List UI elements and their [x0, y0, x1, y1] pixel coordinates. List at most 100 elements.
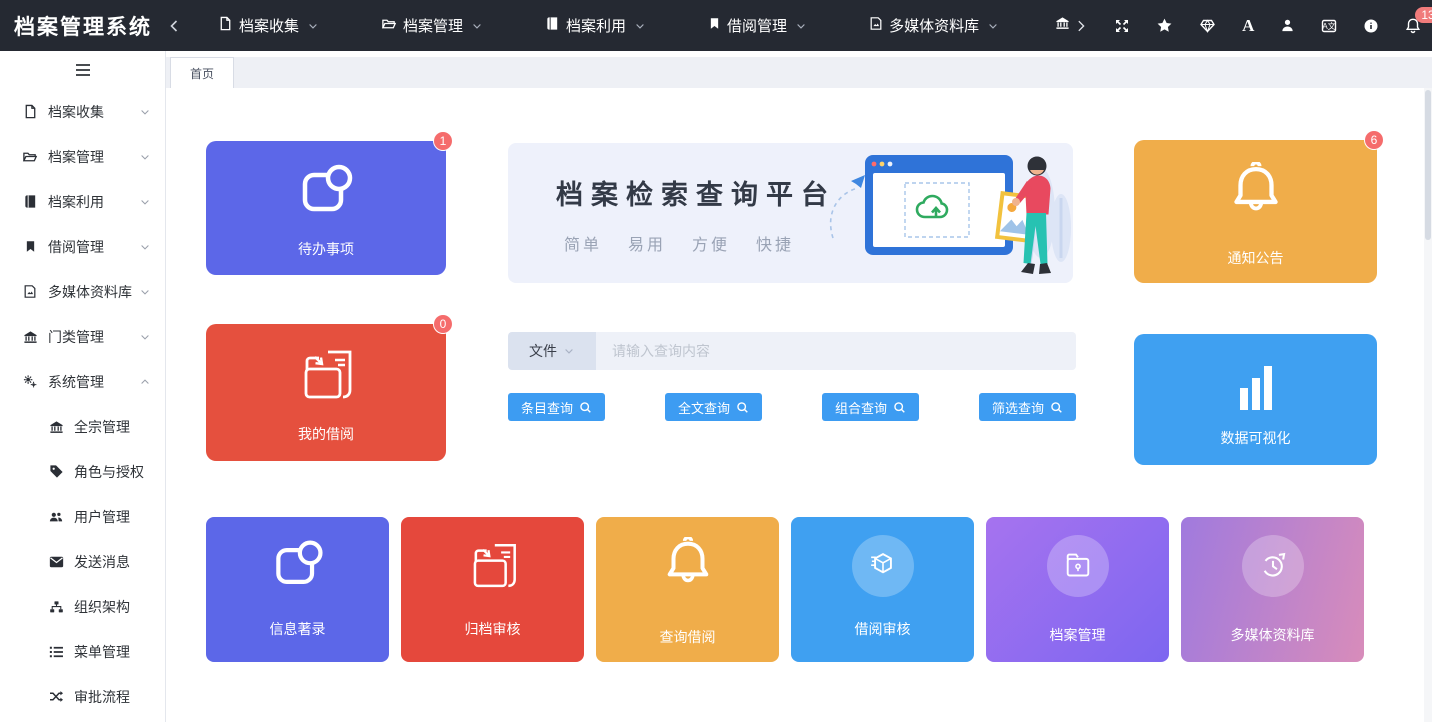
nav-scroll-right-icon[interactable]	[1074, 19, 1088, 33]
search-input[interactable]	[596, 332, 1076, 370]
banner-subtitle: 简单易用方便快捷	[564, 231, 820, 255]
nav-item-media-library[interactable]: 多媒体资料库	[861, 15, 1007, 36]
search-category-select[interactable]: 文件	[508, 332, 596, 370]
search-platform-banner: 档案检索查询平台 简单易用方便快捷	[508, 143, 1073, 283]
nav-label: 多媒体资料库	[889, 15, 979, 36]
banner-illustration	[813, 143, 1073, 283]
sidebar-item-org-structure[interactable]: 组织架构	[0, 584, 165, 629]
fullscreen-icon[interactable]	[1114, 18, 1130, 34]
sidebar: 档案收集 档案管理 档案利用 借阅管理 多媒体资料库 门类管理	[0, 51, 166, 722]
nav-label: 档案收集	[239, 15, 299, 36]
topbar-toolbar: A A文 136	[1114, 16, 1421, 36]
notice-badge: 6	[1365, 131, 1383, 149]
shortcut-borrow-review[interactable]: 借阅审核	[791, 517, 974, 662]
nav-item-archive-use[interactable]: 档案利用	[537, 15, 654, 36]
page-content: 1 待办事项 档案检索查询平台 简单易用方便快捷	[166, 88, 1432, 722]
bookmark-icon	[22, 239, 38, 254]
app-window: 档案管理系统 档案收集 档案管理 档案利用	[0, 0, 1432, 722]
sidebar-item-archive-manage[interactable]: 档案管理	[0, 134, 165, 179]
info-icon[interactable]	[1363, 18, 1379, 34]
sidebar-item-archive-use[interactable]: 档案利用	[0, 179, 165, 224]
vertical-scrollbar[interactable]	[1424, 88, 1432, 722]
shortcut-archive-manage[interactable]: 档案管理	[986, 517, 1169, 662]
sidebar-item-roles-auth[interactable]: 角色与授权	[0, 449, 165, 494]
user-icon[interactable]	[1280, 18, 1295, 33]
folder-doc-icon	[464, 535, 522, 597]
nav-item-category-overflow[interactable]	[1055, 15, 1088, 36]
card-label: 档案管理	[986, 625, 1169, 645]
hamburger-menu-icon[interactable]	[0, 51, 165, 89]
sidebar-item-label: 全宗管理	[74, 417, 151, 437]
shortcut-query-borrow[interactable]: 查询借阅	[596, 517, 779, 662]
notification-badge: 136	[1415, 7, 1432, 23]
tag-icon	[48, 464, 64, 479]
shortcut-cards: 信息著录 归档审核 查询借阅	[206, 517, 1364, 662]
chevron-down-icon	[139, 196, 151, 208]
chevron-down-icon	[139, 151, 151, 163]
sidebar-item-borrow-manage[interactable]: 借阅管理	[0, 224, 165, 269]
gears-icon	[22, 374, 38, 389]
shortcut-archive-review[interactable]: 归档审核	[401, 517, 584, 662]
entry-query-button[interactable]: 条目查询	[508, 393, 605, 421]
search-icon	[1050, 401, 1063, 414]
banner-title: 档案检索查询平台	[556, 173, 836, 212]
bar-chart-icon	[1230, 358, 1282, 419]
sidebar-item-label: 档案收集	[48, 102, 139, 122]
card-label: 多媒体资料库	[1181, 625, 1364, 645]
chevron-down-icon	[139, 241, 151, 253]
fulltext-query-button[interactable]: 全文查询	[665, 393, 762, 421]
nav-item-borrow-manage[interactable]: 借阅管理	[700, 15, 815, 36]
top-nav: 档案收集 档案管理 档案利用 借阅管理 多媒体资料库	[210, 15, 1088, 36]
folder-lock-icon	[1047, 535, 1109, 597]
history-clock-icon	[1242, 535, 1304, 597]
scrollbar-thumb[interactable]	[1425, 90, 1431, 240]
sidebar-item-label: 多媒体资料库	[48, 282, 139, 302]
sidebar-collapse-button[interactable]	[166, 18, 182, 34]
font-size-icon[interactable]: A	[1242, 16, 1254, 36]
icon-circle-bg	[852, 535, 914, 597]
shortcut-media-library[interactable]: 多媒体资料库	[1181, 517, 1364, 662]
combined-query-button[interactable]: 组合查询	[822, 393, 919, 421]
sidebar-item-category-manage[interactable]: 门类管理	[0, 314, 165, 359]
language-icon[interactable]: A文	[1321, 18, 1337, 34]
cube-list-icon	[852, 535, 914, 597]
tab-home[interactable]: 首页	[170, 57, 234, 88]
card-my-borrow[interactable]: 0 我的借阅	[206, 324, 446, 461]
shortcut-info-entry[interactable]: 信息著录	[206, 517, 389, 662]
card-data-visualization[interactable]: 数据可视化	[1134, 334, 1377, 465]
chevron-down-icon	[139, 106, 151, 118]
shuffle-icon	[48, 690, 64, 703]
sidebar-item-approval-flow[interactable]: 审批流程	[0, 674, 165, 719]
tab-rail	[166, 57, 1432, 88]
sidebar-item-user-manage[interactable]: 用户管理	[0, 494, 165, 539]
card-label: 我的借阅	[206, 424, 446, 444]
nav-label: 档案管理	[403, 15, 463, 36]
nav-item-archive-collect[interactable]: 档案收集	[210, 15, 327, 36]
nav-item-archive-manage[interactable]: 档案管理	[373, 15, 491, 36]
sidebar-item-fonds-manage[interactable]: 全宗管理	[0, 404, 165, 449]
filter-query-button[interactable]: 筛选查询	[979, 393, 1076, 421]
sidebar-submenu-system: 全宗管理 角色与授权 用户管理 发送消息 组织架构 菜单管理	[0, 404, 165, 719]
search-icon	[736, 401, 749, 414]
app-title: 档案管理系统	[14, 11, 152, 41]
sidebar-item-archive-collect[interactable]: 档案收集	[0, 89, 165, 134]
media-file-icon	[22, 284, 38, 299]
card-label: 信息著录	[206, 619, 389, 639]
tab-strip: 首页	[166, 51, 1432, 88]
card-notice[interactable]: 6 通知公告	[1134, 140, 1377, 283]
sidebar-item-media-library[interactable]: 多媒体资料库	[0, 269, 165, 314]
card-label: 查询借阅	[596, 627, 779, 647]
sidebar-item-send-message[interactable]: 发送消息	[0, 539, 165, 584]
chevron-down-icon	[139, 286, 151, 298]
bell-icon[interactable]: 136	[1405, 17, 1421, 34]
card-todo-items[interactable]: 1 待办事项	[206, 141, 446, 275]
icon-circle-bg	[1047, 535, 1109, 597]
chevron-down-icon	[307, 20, 319, 32]
chevron-down-icon	[471, 20, 483, 32]
sidebar-item-system-manage[interactable]: 系统管理	[0, 359, 165, 404]
sidebar-item-label: 系统管理	[48, 372, 139, 392]
star-icon[interactable]	[1156, 17, 1173, 34]
sidebar-item-menu-manage[interactable]: 菜单管理	[0, 629, 165, 674]
sidebar-item-label: 审批流程	[74, 687, 151, 707]
gem-icon[interactable]	[1199, 18, 1216, 34]
